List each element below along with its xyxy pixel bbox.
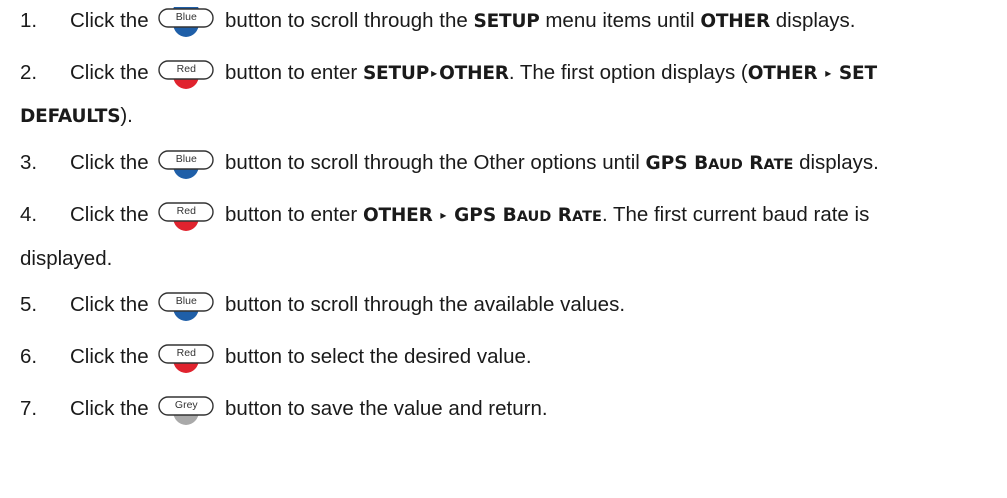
step-text: button to scroll through the [225, 9, 468, 32]
step-text: button to scroll through the Other optio… [225, 151, 640, 174]
step-5: 5. Click the Blue button to scroll throug… [20, 284, 980, 326]
step-text: displays. [799, 151, 879, 174]
step-text: Click the [70, 397, 149, 420]
arrow-icon: ▸ [431, 66, 438, 80]
step-7: 7. Click the Grey button to save the valu… [20, 388, 980, 430]
keyword-gps-baud-rate: GPS BAUD RATE [454, 205, 602, 226]
keyword: SETUP [362, 63, 430, 84]
keyword: OTHER [362, 205, 433, 226]
button-label: Blue [175, 295, 197, 307]
blue-button-icon: Blue [157, 149, 215, 181]
keyword-gps-baud-rate: GPS BAUD RATE [645, 153, 794, 174]
step-number: 7. [20, 397, 38, 420]
step-number: 4. [20, 203, 38, 226]
step-number: 3. [20, 151, 38, 174]
step-number: 2. [20, 61, 38, 84]
button-label: Red [176, 347, 196, 359]
step-text: button to scroll through the available v… [225, 293, 626, 316]
step-2: 2. Click the Red button to enter SETUP ▸ OT… [20, 52, 980, 138]
button-label: Blue [175, 11, 197, 23]
step-text: button to enter [225, 203, 358, 226]
keyword: SETUP [473, 11, 540, 32]
step-text: Click the [70, 9, 149, 32]
step-text: button to enter [225, 61, 358, 84]
step-3: 3. Click the Blue button to scroll throug… [20, 142, 980, 186]
keyword: OTHER [747, 63, 818, 84]
step-text: button to save the value and return. [225, 397, 548, 420]
red-button-icon: Red [157, 343, 215, 375]
step-text: . The first current baud rate is [601, 203, 870, 226]
step-text: ). [120, 104, 133, 127]
step-text: Click the [70, 293, 149, 316]
step-number: 1. [20, 9, 38, 32]
step-number: 5. [20, 293, 38, 316]
step-text: Click the [70, 151, 149, 174]
arrow-icon: ▸ [825, 66, 832, 80]
step-text: Click the [70, 203, 149, 226]
button-label: Red [176, 63, 196, 75]
keyword: SET [838, 63, 877, 84]
step-text: menu items until [545, 9, 695, 32]
red-button-icon: Red [157, 201, 215, 233]
step-text: displays. [775, 9, 856, 32]
red-button-icon: Red [157, 59, 215, 91]
keyword: OTHER [700, 11, 771, 32]
step-6: 6. Click the Red button to select the des… [20, 336, 980, 378]
keyword: DEFAULTS [20, 106, 121, 127]
step-text: Click the [70, 345, 149, 368]
step-number: 6. [20, 345, 38, 368]
arrow-icon: ▸ [440, 208, 447, 222]
blue-button-icon: Blue [157, 291, 215, 323]
button-label: Blue [175, 153, 197, 165]
step-text: button to select the desired value. [225, 345, 532, 368]
step-text: displayed. [20, 247, 113, 270]
button-label: Red [176, 205, 196, 217]
keyword: OTHER [439, 63, 509, 84]
step-text: Click the [70, 61, 149, 84]
step-1: 1. Click the Blue button to scroll throug… [20, 0, 980, 43]
blue-button-icon: Blue [157, 7, 215, 39]
step-text: . The first option displays ( [508, 61, 748, 84]
button-label: Grey [174, 399, 198, 411]
step-4: 4. Click the Red button to enter OTHER ▸ … [20, 194, 980, 280]
grey-button-icon: Grey [157, 395, 215, 427]
